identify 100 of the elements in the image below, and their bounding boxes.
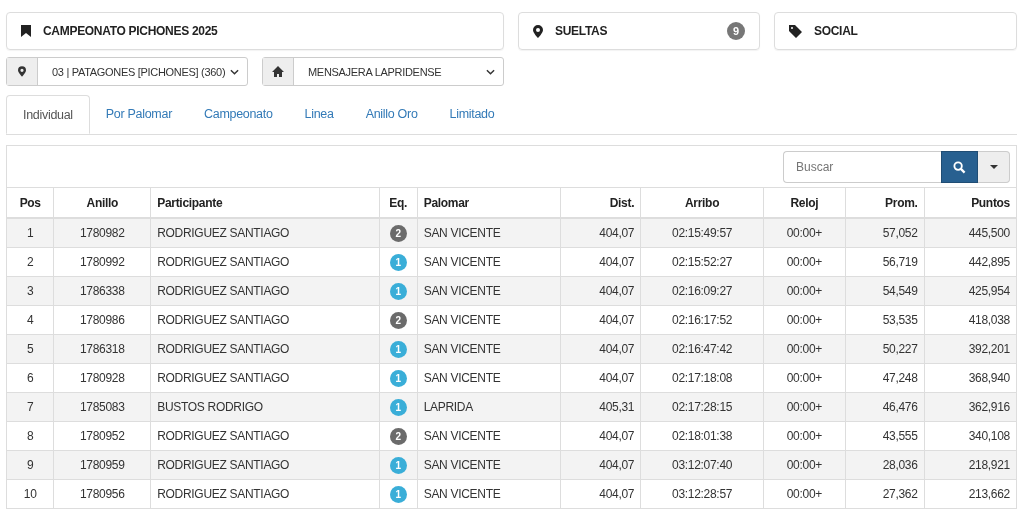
team-badge: 2 <box>389 224 407 242</box>
column-header: Reloj <box>790 195 819 210</box>
table-cell: 404,07 <box>599 313 635 327</box>
table-cell: 404,07 <box>599 487 635 501</box>
table-cell: 00:00+ <box>786 400 822 414</box>
dropdown-select[interactable]: 03 | PATAGONES [PICHONES] (360) <box>6 57 248 86</box>
select-value: MENSAJERA LAPRIDENSE <box>307 65 443 78</box>
table-cell: 03:12:07:40 <box>672 458 733 472</box>
tab[interactable]: Individual <box>6 95 90 134</box>
column-header: Participante <box>157 195 223 210</box>
table-cell: 404,07 <box>599 458 635 472</box>
table-cell: SAN VICENTE <box>423 284 501 298</box>
category-card[interactable]: SOCIAL <box>774 12 1017 50</box>
table-cell: 02:18:01:38 <box>672 429 733 443</box>
table-cell: 1780928 <box>80 371 125 385</box>
table-cell: 27,362 <box>882 487 918 501</box>
table-cell: 50,227 <box>882 342 918 356</box>
table-cell: 02:16:17:52 <box>672 313 733 327</box>
home-icon <box>272 66 284 77</box>
team-badge: 1 <box>389 282 407 300</box>
bookmark-icon <box>21 25 31 37</box>
column-header: Pos <box>19 195 41 210</box>
card-title: CAMPEONATO PICHONES 2025 <box>43 24 219 38</box>
search-button[interactable] <box>941 151 978 183</box>
select-value: 03 | PATAGONES [PICHONES] (360) <box>51 65 227 78</box>
search-field[interactable]: Buscar <box>783 151 941 183</box>
card-title: SUELTAS <box>555 24 609 38</box>
table-cell: 1780952 <box>80 429 125 443</box>
table-cell: 10 <box>23 487 37 501</box>
table-cell: 00:00+ <box>786 458 822 472</box>
table-cell: SAN VICENTE <box>423 255 501 269</box>
team-badge: 1 <box>389 398 407 416</box>
table-cell: SAN VICENTE <box>423 226 501 240</box>
table-cell: LAPRIDA <box>423 400 473 414</box>
table-cell: 1780986 <box>80 313 125 327</box>
team-badge: 1 <box>389 485 407 503</box>
card-title: SOCIAL <box>814 24 859 38</box>
dropdown-select[interactable]: MENSAJERA LAPRIDENSE <box>262 57 504 86</box>
table-cell: RODRIGUEZ SANTIAGO <box>157 487 290 501</box>
column-header: Eq. <box>389 195 408 210</box>
table-cell: 425,954 <box>968 284 1010 298</box>
table-cell: 1786318 <box>80 342 125 356</box>
table-cell: 00:00+ <box>786 313 822 327</box>
table-cell: 56,719 <box>882 255 918 269</box>
tab[interactable]: Linea <box>288 95 350 134</box>
team-badge: 1 <box>389 369 407 387</box>
table-cell: 445,500 <box>968 226 1010 240</box>
team-badge: 1 <box>389 340 407 358</box>
table-cell: 9 <box>27 458 34 472</box>
column-header: Anillo <box>86 195 119 210</box>
tab[interactable]: Anillo Oro <box>349 95 434 134</box>
tab[interactable]: Limitado <box>433 95 511 134</box>
table-cell: 404,07 <box>599 342 635 356</box>
table-cell: RODRIGUEZ SANTIAGO <box>157 226 290 240</box>
table-cell: 1780982 <box>80 226 125 240</box>
table-cell: SAN VICENTE <box>423 371 501 385</box>
table-cell: 03:12:28:57 <box>672 487 733 501</box>
table-cell: 00:00+ <box>786 487 822 501</box>
table-cell: RODRIGUEZ SANTIAGO <box>157 255 290 269</box>
table-cell: 6 <box>27 371 34 385</box>
tab[interactable]: Campeonato <box>188 95 289 134</box>
table-cell: 43,555 <box>882 429 918 443</box>
table-cell: 213,662 <box>968 487 1010 501</box>
category-card[interactable]: SUELTAS 9 <box>518 12 760 50</box>
column-header: Dist. <box>609 195 635 210</box>
table-cell: 404,07 <box>599 255 635 269</box>
table-cell: 54,549 <box>882 284 918 298</box>
table-cell: 1785083 <box>80 400 125 414</box>
table-cell: 02:15:52:27 <box>672 255 733 269</box>
table-cell: 1780956 <box>80 487 125 501</box>
team-badge: 1 <box>389 456 407 474</box>
table-cell: SAN VICENTE <box>423 313 501 327</box>
table-cell: 00:00+ <box>786 429 822 443</box>
table-cell: RODRIGUEZ SANTIAGO <box>157 458 290 472</box>
table-cell: 00:00+ <box>786 284 822 298</box>
table-cell: 46,476 <box>882 400 918 414</box>
column-header: Puntos <box>971 195 1010 210</box>
table-cell: SAN VICENTE <box>423 487 501 501</box>
table-cell: 57,052 <box>882 226 918 240</box>
table-cell: 28,036 <box>882 458 918 472</box>
table-cell: 00:00+ <box>786 226 822 240</box>
table-cell: 53,535 <box>882 313 918 327</box>
table-cell: 368,940 <box>968 371 1010 385</box>
table-cell: 02:16:47:42 <box>672 342 733 356</box>
table-cell: 392,201 <box>968 342 1010 356</box>
category-card[interactable]: CAMPEONATO PICHONES 2025 <box>6 12 504 50</box>
table-cell: 02:16:09:27 <box>672 284 733 298</box>
team-badge: 1 <box>389 253 407 271</box>
table-cell: 1 <box>27 226 34 240</box>
tab[interactable]: Por Palomar <box>89 95 188 134</box>
table-cell: 1786338 <box>80 284 125 298</box>
search-icon <box>953 160 966 174</box>
chevron-down-icon <box>230 68 239 75</box>
table-cell: 340,108 <box>968 429 1010 443</box>
caret-icon <box>989 165 998 169</box>
table-cell: 442,895 <box>968 255 1010 269</box>
table-cell: 405,31 <box>599 400 635 414</box>
table-cell: 404,07 <box>599 371 635 385</box>
table-cell: 00:00+ <box>786 255 822 269</box>
table-cell: 8 <box>27 429 34 443</box>
